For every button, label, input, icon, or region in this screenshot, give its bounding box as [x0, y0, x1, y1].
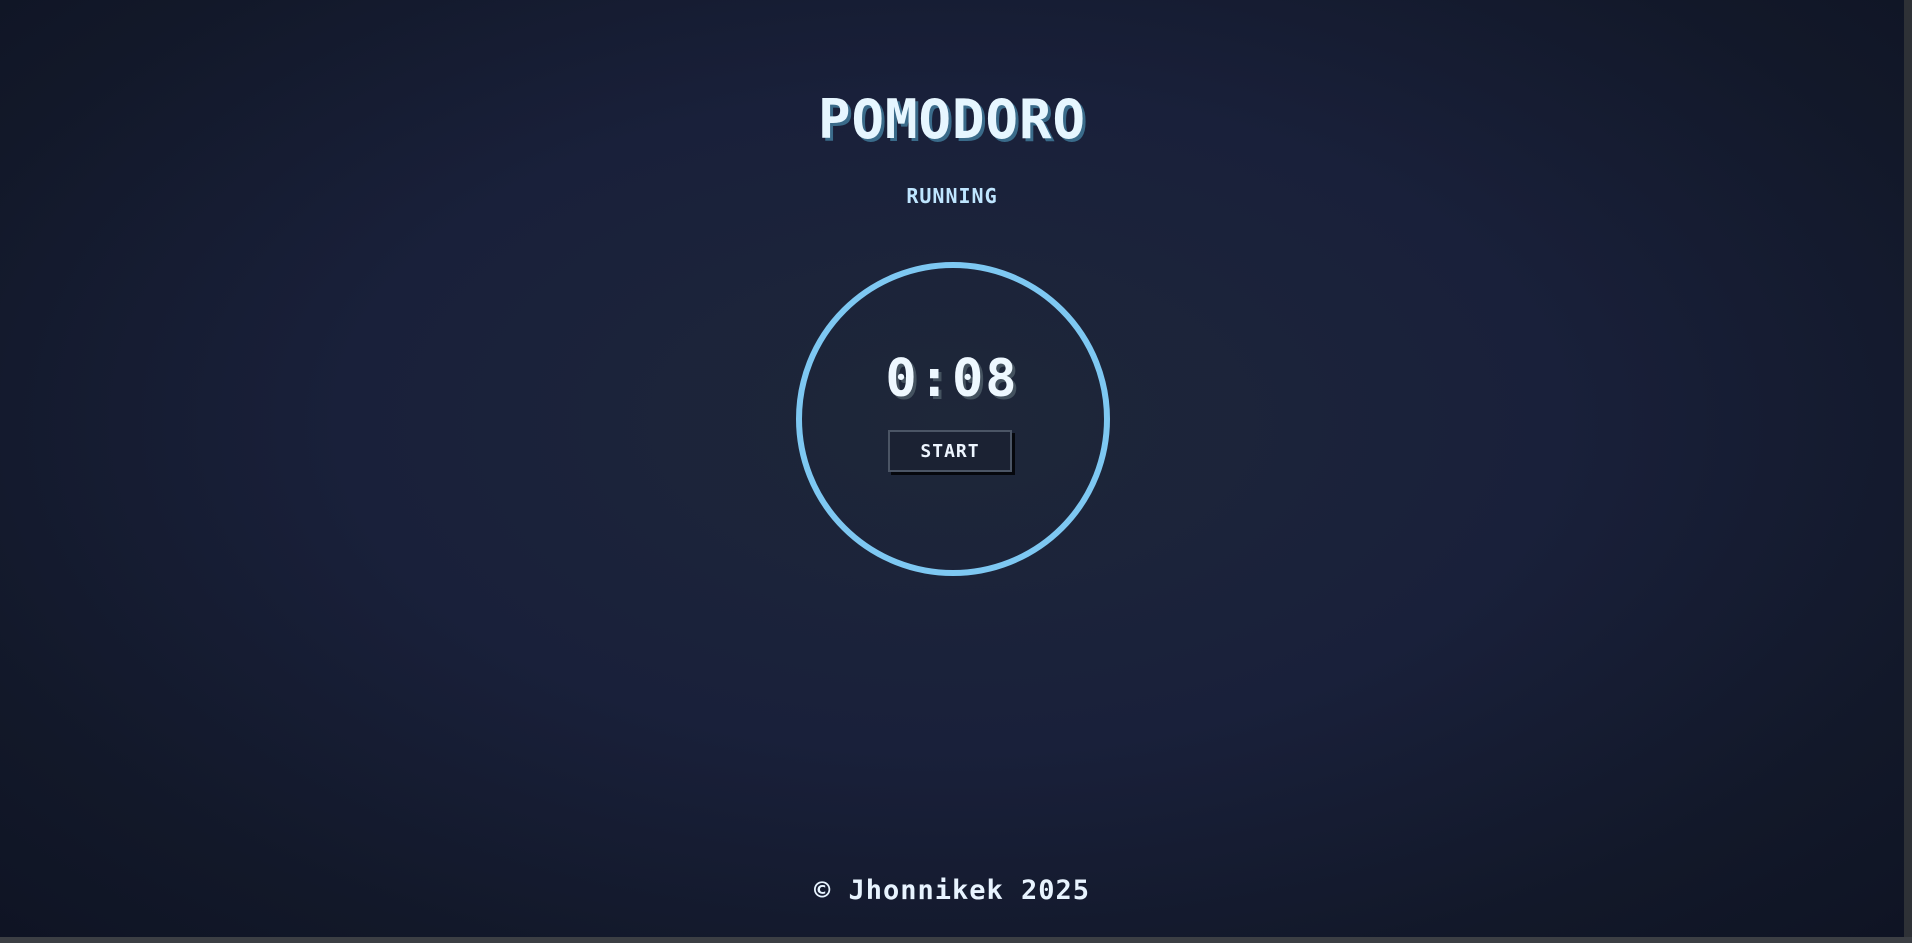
- start-button[interactable]: START: [888, 430, 1012, 472]
- timer-ring: [796, 262, 1110, 576]
- timer-display: 0:08: [885, 349, 1019, 409]
- status-label: RUNNING: [906, 184, 998, 208]
- footer-copyright: © Jhonnikek 2025: [813, 875, 1091, 906]
- app-window: POMODORO RUNNING 0:08 START © Jhonnikek …: [0, 0, 1904, 937]
- window-edge-bottom: [0, 937, 1912, 943]
- page-title: POMODORO: [817, 88, 1087, 151]
- window-edge-right: [1904, 0, 1912, 943]
